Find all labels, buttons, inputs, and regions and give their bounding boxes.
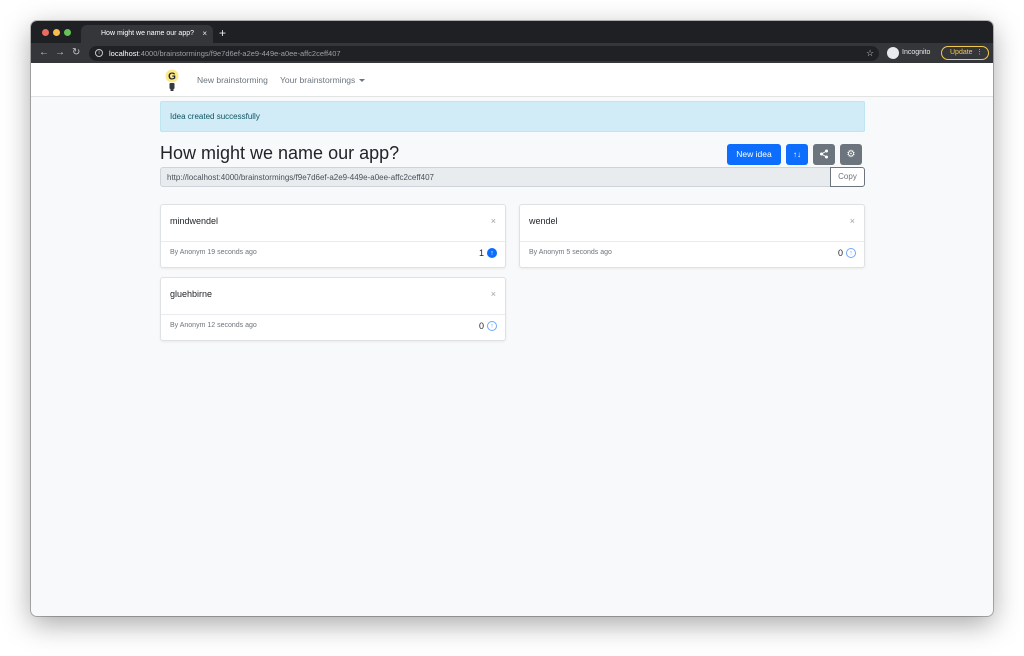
logo-letter: G: [168, 72, 176, 83]
gear-icon: ⚙: [846, 149, 856, 160]
nav-your-brainstormings-label: Your brainstormings: [280, 75, 356, 85]
idea-card: wendel × By Anonym 5 seconds ago 0 ↑: [519, 204, 865, 268]
browser-tab[interactable]: How might we name our app? ×: [81, 25, 213, 43]
upvote-icon[interactable]: ↑: [487, 321, 497, 331]
delete-idea-close-icon[interactable]: ×: [491, 215, 496, 227]
tab-close-icon[interactable]: ×: [202, 25, 207, 43]
more-menu-icon: ⋮: [976, 49, 983, 56]
vote-count: 1: [478, 248, 484, 258]
card-divider: [520, 241, 864, 242]
upvote-icon[interactable]: ↑: [487, 248, 497, 258]
maximize-window-button[interactable]: [64, 29, 71, 36]
browser-titlebar: How might we name our app? × +: [31, 21, 993, 43]
vote-count: 0: [478, 321, 484, 331]
card-divider: [161, 314, 505, 315]
reload-icon[interactable]: ↻: [72, 46, 80, 60]
success-alert: Idea created successfully: [160, 101, 865, 132]
delete-idea-close-icon[interactable]: ×: [850, 215, 855, 227]
idea-title: wendel: [529, 216, 558, 226]
sort-icon: ↑↓: [793, 150, 801, 159]
idea-meta: By Anonym 19 seconds ago: [170, 249, 257, 256]
share-icon: [820, 149, 828, 159]
idea-meta: By Anonym 5 seconds ago: [529, 249, 612, 256]
update-button[interactable]: Update ⋮: [941, 46, 989, 60]
url-host: localhost: [109, 49, 139, 58]
dropdown-caret-icon: [359, 79, 366, 83]
nav-your-brainstormings[interactable]: Your brainstormings: [280, 63, 366, 97]
close-window-button[interactable]: [42, 29, 49, 36]
incognito-avatar-icon[interactable]: [887, 47, 899, 59]
url-path: :4000/brainstormings/f9e7d6ef-a2e9-449e-…: [138, 49, 341, 58]
forward-arrow-icon[interactable]: →: [55, 46, 65, 60]
minimize-window-button[interactable]: [53, 29, 60, 36]
share-url-group: Copy: [160, 167, 865, 187]
browser-window: How might we name our app? × + ← → ↻ i l…: [31, 21, 993, 616]
back-arrow-icon[interactable]: ←: [39, 46, 49, 60]
nav-new-brainstorming[interactable]: New brainstorming: [197, 63, 268, 97]
card-divider: [161, 241, 505, 242]
idea-meta: By Anonym 12 seconds ago: [170, 322, 257, 329]
update-label: Update: [950, 49, 973, 56]
page-title: How might we name our app?: [160, 143, 400, 163]
app-navbar: G New brainstorming Your brainstormings: [31, 63, 993, 97]
lightbulb-logo-icon[interactable]: G: [165, 67, 179, 93]
delete-idea-close-icon[interactable]: ×: [491, 288, 496, 300]
site-info-icon[interactable]: i: [95, 49, 103, 57]
address-bar[interactable]: i localhost:4000/brainstormings/f9e7d6ef…: [89, 46, 879, 61]
idea-card: mindwendel × By Anonym 19 seconds ago 1 …: [160, 204, 506, 268]
bookmark-star-icon[interactable]: ☆: [866, 46, 874, 60]
browser-toolbar: ← → ↻ i localhost:4000/brainstormings/f9…: [31, 43, 993, 63]
share-button[interactable]: [813, 144, 835, 165]
incognito-label: Incognito: [902, 49, 931, 56]
vote-count: 0: [837, 248, 843, 258]
share-url-input[interactable]: [160, 167, 831, 187]
tab-title: How might we name our app?: [101, 30, 194, 37]
idea-title: mindwendel: [170, 216, 219, 226]
settings-button[interactable]: ⚙: [840, 144, 862, 165]
new-tab-button[interactable]: +: [219, 25, 226, 41]
idea-title: gluehbirne: [170, 289, 213, 299]
copy-button[interactable]: Copy: [830, 167, 865, 187]
upvote-icon[interactable]: ↑: [846, 248, 856, 258]
idea-card: gluehbirne × By Anonym 12 seconds ago 0 …: [160, 277, 506, 341]
new-idea-button[interactable]: New idea: [727, 144, 781, 165]
sort-button[interactable]: ↑↓: [786, 144, 808, 165]
